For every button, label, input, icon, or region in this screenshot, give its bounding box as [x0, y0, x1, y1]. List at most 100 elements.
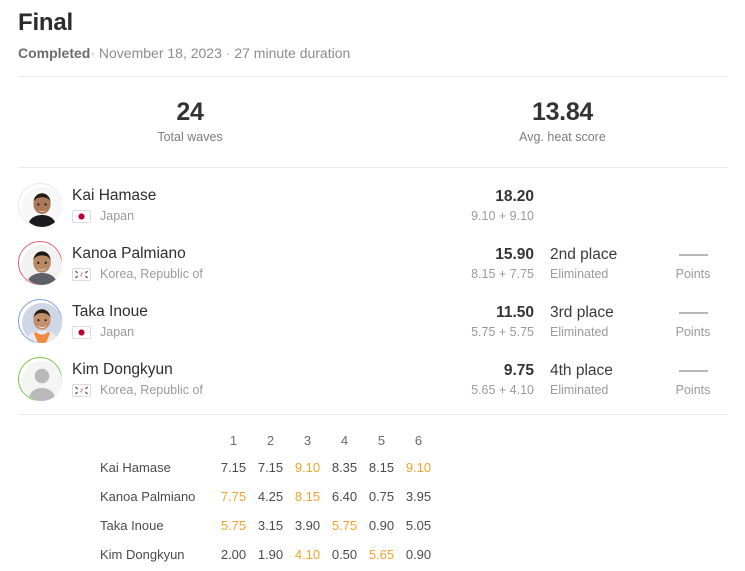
athlete-points	[659, 204, 727, 206]
athlete-country: Japan	[72, 209, 422, 224]
wave-score-cell: 7.15	[220, 460, 247, 475]
athlete-name: Kai Hamase	[72, 187, 157, 204]
score-total: 15.90	[495, 245, 534, 263]
avatar	[18, 357, 62, 401]
wave-score-cell: 1.90	[257, 547, 284, 562]
wave-score-cell: 0.90	[368, 518, 395, 533]
wave-row-athlete-name: Kim Dongkyun	[100, 547, 185, 562]
stat-total-waves: 24 Total waves	[0, 98, 380, 146]
points-value: ——	[679, 303, 708, 321]
athlete-placement	[534, 204, 659, 206]
athlete-score: 15.90 8.15 + 7.75	[422, 245, 534, 282]
heat-header: Final Completed· November 18, 2023 · 27 …	[0, 0, 745, 62]
athlete-placement: 4th place Eliminated	[534, 361, 659, 398]
flag-icon-japan	[72, 326, 91, 339]
heat-meta: Completed· November 18, 2023 · 27 minute…	[18, 44, 727, 62]
score-total: 9.75	[503, 361, 534, 379]
heat-result-page: Final Completed· November 18, 2023 · 27 …	[0, 0, 745, 571]
wave-score-cell: 2.00	[220, 547, 247, 562]
wave-score-cell: 5.05	[405, 518, 432, 533]
table-row[interactable]: Kai Hamase Japan 18.20 9.10 + 9.10	[0, 176, 745, 234]
placement-label: 3rd place	[550, 303, 614, 321]
athlete-name: Taka Inoue	[72, 303, 148, 320]
wave-column-header: 5	[377, 432, 386, 448]
heat-date: November 18, 2023	[98, 45, 222, 61]
flag-icon-south-korea	[72, 268, 91, 281]
wave-score-cell: 3.15	[257, 518, 284, 533]
avatar	[18, 299, 62, 343]
wave-score-cell: 0.75	[368, 489, 395, 504]
table-row[interactable]: Taka Inoue Japan 11.50 5.75 + 5.75 3rd p…	[0, 292, 745, 350]
wave-score-cell: 5.65	[368, 547, 395, 562]
placement-status: Eliminated	[550, 324, 609, 339]
wave-column-header: 2	[266, 432, 275, 448]
table-row[interactable]: Kim Dongkyun Korea, Republic of 9.75 5.6…	[0, 350, 745, 408]
points-label: Points	[675, 382, 711, 397]
wave-table-row: Kai Hamase 7.15 7.15 9.10 8.35 8.15 9.10	[100, 453, 437, 482]
avatar	[18, 241, 62, 285]
athlete-info: Taka Inoue Japan	[62, 302, 422, 340]
points-label: Points	[675, 324, 711, 339]
table-row[interactable]: Kanoa Palmiano Korea, Republic of 15.90 …	[0, 234, 745, 292]
athlete-placement: 3rd place Eliminated	[534, 303, 659, 340]
country-label: Korea, Republic of	[100, 267, 203, 281]
wave-score-cell: 3.95	[405, 489, 432, 504]
athlete-info: Kai Hamase Japan	[62, 186, 422, 224]
avatar-image-kanoa-palmiano	[22, 245, 62, 285]
placement-status: Eliminated	[550, 382, 609, 397]
avatar-placeholder-kim-dongkyun	[22, 361, 62, 401]
score-total: 18.20	[495, 187, 534, 205]
score-breakdown: 9.10 + 9.10	[471, 208, 534, 223]
stat-avg-heat-score: 13.84 Avg. heat score	[380, 98, 745, 146]
wave-score-cell: 4.25	[257, 489, 284, 504]
wave-column-header: 6	[414, 432, 423, 448]
wave-row-athlete-name: Kai Hamase	[100, 460, 171, 475]
heat-duration: 27 minute duration	[234, 45, 351, 61]
page-title: Final	[18, 9, 74, 36]
score-breakdown: 5.75 + 5.75	[471, 324, 534, 339]
avatar-image-kai-hamase	[22, 187, 62, 227]
stat-avg-heat-score-label: Avg. heat score	[519, 130, 606, 144]
athlete-info: Kim Dongkyun Korea, Republic of	[62, 360, 422, 398]
wave-score-cell: 9.10	[405, 460, 432, 475]
wave-score-cell: 9.10	[294, 460, 321, 475]
athlete-score: 18.20 9.10 + 9.10	[422, 187, 534, 224]
wave-score-cell: 8.15	[368, 460, 395, 475]
stat-avg-heat-score-value: 13.84	[531, 98, 594, 126]
score-breakdown: 8.15 + 7.75	[471, 266, 534, 281]
flag-icon-japan	[72, 210, 91, 223]
wave-column-header: 1	[229, 432, 238, 448]
athlete-name: Kanoa Palmiano	[72, 245, 186, 262]
points-value: ——	[679, 245, 708, 263]
wave-score-table: 1 2 3 4 5 6 Kai Hamase 7.15 7.15 9.10 8.…	[100, 427, 437, 569]
wave-table-name-header	[100, 427, 215, 453]
stat-total-waves-value: 24	[176, 98, 204, 126]
athlete-points: —— Points	[659, 303, 727, 340]
meta-separator-2: ·	[225, 45, 231, 61]
wave-score-cell: 3.90	[294, 518, 321, 533]
country-label: Japan	[100, 325, 135, 339]
country-label: Japan	[100, 209, 135, 223]
wave-table-row: Taka Inoue 5.75 3.15 3.90 5.75 0.90 5.05	[100, 511, 437, 540]
wave-score-cell: 5.75	[220, 518, 247, 533]
points-label: Points	[675, 266, 711, 281]
wave-row-athlete-name: Kanoa Palmiano	[100, 489, 196, 504]
meta-separator-1: ·	[90, 45, 96, 61]
wave-score-cell: 7.75	[220, 489, 247, 504]
placement-label: 4th place	[550, 361, 613, 379]
flag-icon-south-korea	[72, 384, 91, 397]
score-total: 11.50	[496, 303, 534, 321]
wave-table-header-row: 1 2 3 4 5 6	[100, 427, 437, 453]
wave-score-cell: 7.15	[257, 460, 284, 475]
wave-column-header: 4	[340, 432, 349, 448]
athlete-country: Korea, Republic of	[72, 383, 422, 398]
wave-row-athlete-name: Taka Inoue	[100, 518, 164, 533]
score-breakdown: 5.65 + 4.10	[471, 382, 534, 397]
heat-status: Completed	[18, 45, 91, 61]
athlete-list: Kai Hamase Japan 18.20 9.10 + 9.10 Kanoa…	[0, 168, 745, 414]
heat-stats: 24 Total waves 13.84 Avg. heat score	[0, 77, 745, 167]
points-value: ——	[679, 361, 708, 379]
athlete-country: Japan	[72, 325, 422, 340]
wave-score-cell: 0.50	[331, 547, 358, 562]
athlete-placement: 2nd place Eliminated	[534, 245, 659, 282]
